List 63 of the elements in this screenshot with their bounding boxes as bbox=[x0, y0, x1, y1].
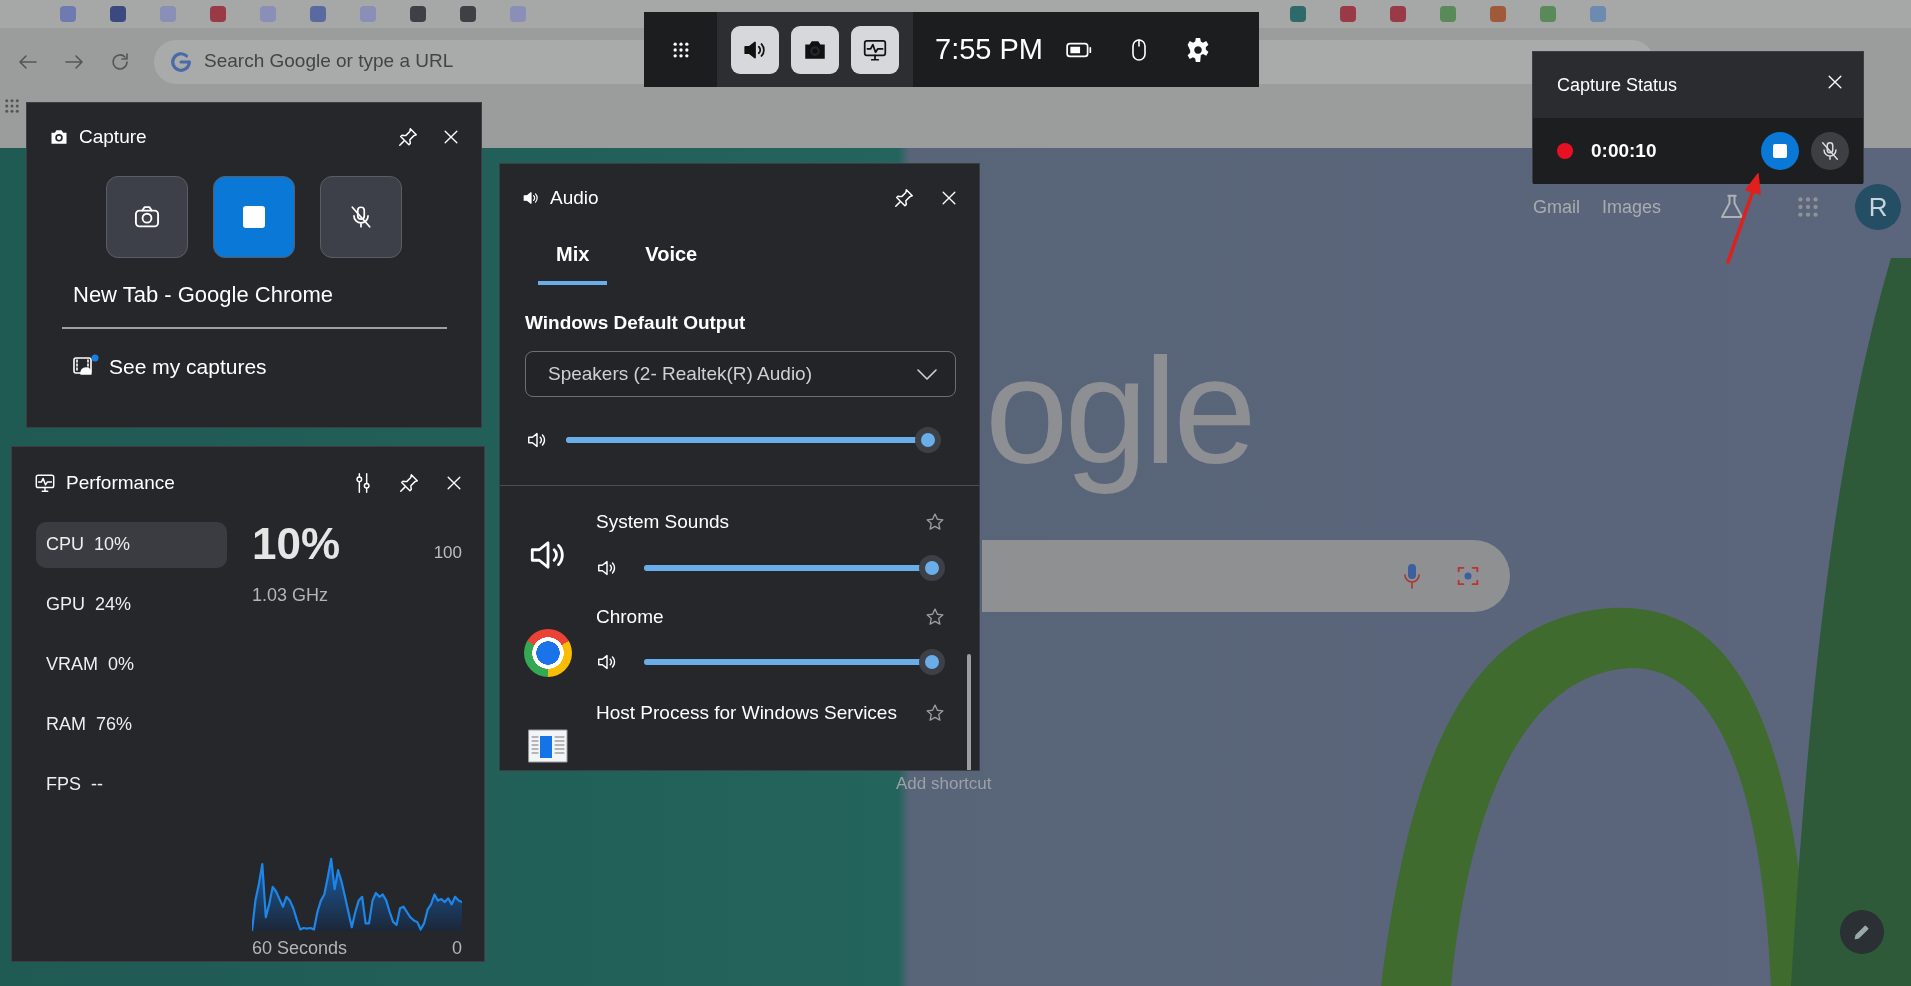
scale-max-label: 100 bbox=[433, 542, 462, 564]
capture-button[interactable] bbox=[791, 25, 839, 74]
panel-title: Performance bbox=[66, 471, 175, 495]
app-name: Chrome bbox=[596, 604, 664, 629]
favorite-button[interactable] bbox=[925, 606, 945, 627]
monitor-icon bbox=[34, 472, 56, 495]
audio-tab[interactable]: Voice bbox=[627, 238, 716, 285]
pin-icon bbox=[893, 187, 915, 210]
pin-button[interactable] bbox=[398, 472, 420, 495]
capture-target-text: New Tab - Google Chrome bbox=[73, 280, 335, 309]
see-captures-link[interactable]: See my captures bbox=[73, 350, 267, 382]
frequency-text: 1.03 GHz bbox=[252, 583, 330, 607]
stop-icon bbox=[243, 205, 265, 228]
tab-favicon-icon[interactable] bbox=[410, 6, 426, 22]
metric-tab[interactable]: FPS -- bbox=[36, 761, 227, 808]
apps-icon[interactable] bbox=[3, 97, 21, 115]
panel-title: Audio bbox=[550, 186, 599, 210]
audio-tab[interactable]: Mix bbox=[538, 238, 608, 285]
microphone-button[interactable] bbox=[1811, 132, 1849, 170]
usage-value: 10% bbox=[252, 521, 341, 566]
panel-title: Capture Status bbox=[1557, 74, 1678, 97]
avatar[interactable]: R bbox=[1855, 184, 1902, 230]
audio-button[interactable] bbox=[731, 25, 779, 74]
pin-button[interactable] bbox=[893, 187, 915, 210]
tab-favicon-icon[interactable] bbox=[110, 6, 126, 22]
recording-dot bbox=[1557, 143, 1573, 159]
app-name: Host Process for Windows Services bbox=[596, 700, 897, 725]
star-icon bbox=[925, 702, 945, 723]
pin-button[interactable] bbox=[397, 126, 419, 149]
volume-slider[interactable] bbox=[566, 427, 941, 453]
star-icon bbox=[925, 606, 945, 627]
favorite-button[interactable] bbox=[925, 702, 945, 723]
tab-favicon-icon[interactable] bbox=[460, 6, 476, 22]
logo-icon bbox=[170, 50, 192, 73]
panel-title: Capture bbox=[79, 125, 147, 149]
metric-tab[interactable]: GPU 24% bbox=[36, 581, 227, 628]
pin-icon bbox=[397, 126, 419, 149]
favorite-button[interactable] bbox=[925, 512, 945, 533]
volume-slider[interactable] bbox=[644, 554, 945, 581]
mic-off-icon bbox=[1819, 140, 1841, 162]
app-icon bbox=[524, 628, 572, 677]
performance-button[interactable] bbox=[851, 25, 899, 74]
time-span-label: 60 Seconds bbox=[252, 936, 348, 960]
window-icon bbox=[528, 728, 568, 763]
stop-recording-button[interactable] bbox=[213, 175, 295, 258]
elapsed-time: 0:00:10 bbox=[1591, 138, 1658, 163]
metric-tab[interactable]: CPU 10% bbox=[36, 521, 227, 568]
microphone-button[interactable] bbox=[320, 175, 402, 258]
output-device-dropdown[interactable]: Speakers (2- Realtek(R) Audio) bbox=[525, 351, 956, 397]
screenshot-button[interactable] bbox=[106, 175, 188, 258]
output-heading: Windows Default Output bbox=[525, 310, 747, 335]
volume-slider[interactable] bbox=[644, 649, 945, 675]
address-placeholder: Search Google or type a URL bbox=[204, 49, 454, 74]
settings-icon[interactable] bbox=[1185, 36, 1211, 63]
star-icon bbox=[925, 512, 945, 533]
pin-icon bbox=[398, 472, 420, 495]
app-name: System Sounds bbox=[596, 510, 730, 534]
scale-min-label: 0 bbox=[452, 936, 462, 960]
stop-recording-button[interactable] bbox=[1761, 132, 1799, 170]
clock-time: 7:55 PM bbox=[935, 31, 1043, 67]
stop-icon bbox=[1773, 144, 1787, 158]
metric-tab[interactable]: VRAM 0% bbox=[36, 641, 227, 688]
metric-tab[interactable]: RAM 76% bbox=[36, 701, 227, 748]
